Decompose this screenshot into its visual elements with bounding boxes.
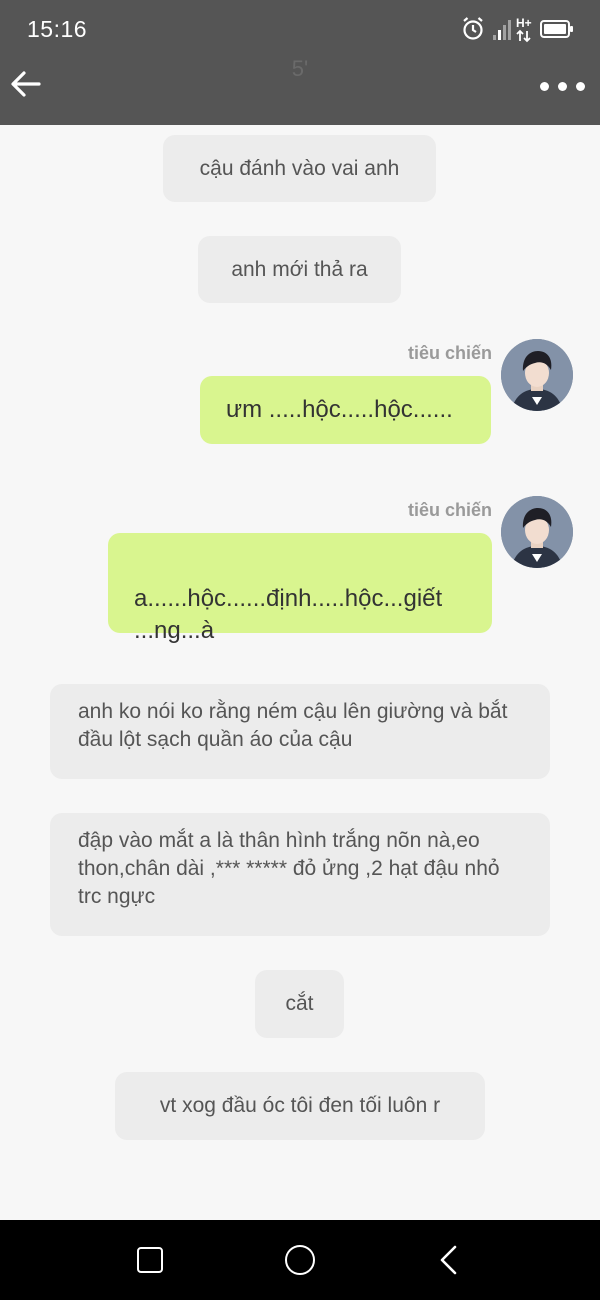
recent-apps-icon[interactable] (137, 1247, 163, 1273)
avatar[interactable] (501, 339, 573, 411)
signal-icon (493, 20, 511, 40)
back-icon[interactable] (436, 1244, 460, 1276)
more-icon (540, 82, 549, 91)
top-bar: 15:16 H+ 5' (0, 0, 600, 125)
svg-text:H+: H+ (516, 16, 532, 30)
outgoing-bubble[interactable]: a......hộc......định.....hộc...giết ...n… (108, 533, 492, 644)
home-icon[interactable] (285, 1245, 315, 1275)
status-icons: H+ (463, 16, 573, 43)
chat-title: 5' (291, 56, 309, 81)
message-text: vt xog đầu óc tôi đen tối luôn r (159, 1094, 441, 1117)
outgoing-bubble[interactable]: ưm .....hộc.....hộc...... (200, 376, 491, 444)
sender-name: tiêu chiến (407, 343, 492, 363)
system-message: cắt (255, 970, 344, 1038)
message-text: cậu đánh vào vai anh (199, 156, 400, 180)
system-message: anh mới thả ra (198, 236, 401, 303)
system-message: cậu đánh vào vai anh (163, 135, 436, 202)
sender-name: tiêu chiến (407, 500, 492, 520)
message-text: a......hộc......định.....hộc...giết ...n… (134, 585, 443, 644)
status-time: 15:16 (27, 16, 88, 42)
system-message: anh ko nói ko rằng ném cậu lên giường và… (50, 684, 550, 779)
battery-icon (540, 20, 573, 38)
more-icon (576, 82, 585, 91)
message-text: anh mới thả ra (231, 257, 368, 281)
message-text: ưm .....hộc.....hộc...... (226, 396, 453, 423)
message-text: đập vào mắt a là thân hình trắng nõn nà,… (78, 829, 500, 908)
more-button[interactable] (538, 74, 588, 98)
system-message: đập vào mắt a là thân hình trắng nõn nà,… (50, 813, 550, 936)
system-message: vt xog đầu óc tôi đen tối luôn r (115, 1072, 485, 1140)
h-plus-icon: H+ (516, 16, 532, 43)
more-icon (558, 82, 567, 91)
message-text: anh ko nói ko rằng ném cậu lên giường và… (78, 700, 508, 751)
avatar-icon (501, 339, 573, 411)
alarm-icon (463, 17, 483, 40)
avatar-icon (501, 496, 573, 568)
chat-area[interactable]: cậu đánh vào vai anh anh mới thả ra tiêu… (0, 125, 600, 1220)
message-text: cắt (285, 992, 314, 1015)
avatar[interactable] (501, 496, 573, 568)
